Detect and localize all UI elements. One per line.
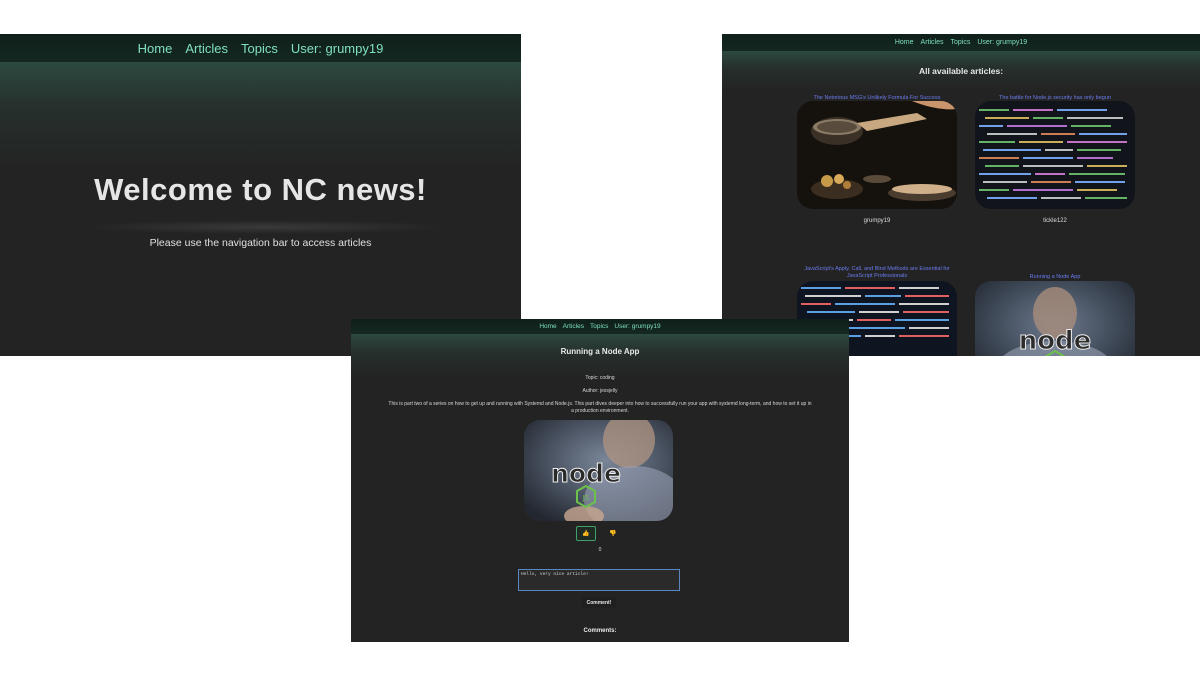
comment-button[interactable]: Comment!: [582, 597, 616, 608]
node-logo-photo-icon: node JS: [524, 420, 673, 521]
article-card-author: tickle122: [1043, 218, 1067, 224]
vote-count: 0: [598, 547, 602, 553]
article-card-title[interactable]: Running a Node App: [970, 274, 1140, 281]
welcome-subtitle: Please use the navigation bar to access …: [149, 237, 372, 249]
nav-topics-link[interactable]: Topics: [241, 41, 278, 56]
title-shadow: [80, 220, 450, 234]
code-screen-icon: [975, 101, 1135, 209]
nav-articles-link[interactable]: Articles: [563, 323, 584, 330]
nav-topics-link[interactable]: Topics: [590, 323, 608, 330]
articles-heading: All available articles:: [918, 66, 1004, 76]
nav-topics-link[interactable]: Topics: [951, 39, 971, 46]
svg-text:JS: JS: [582, 494, 590, 502]
article-card-image[interactable]: [975, 101, 1135, 209]
nav-user-link[interactable]: User: grumpy19: [291, 41, 383, 56]
nav-articles-link[interactable]: Articles: [185, 41, 228, 56]
header-glow: [351, 334, 849, 379]
nav-home-link[interactable]: Home: [895, 39, 914, 46]
nav-bar: Home Articles Topics User: grumpy19: [351, 319, 849, 334]
comments-heading: Comments:: [583, 628, 617, 634]
node-logo-photo-icon: node: [975, 281, 1135, 356]
article-card-author: grumpy19: [863, 218, 891, 224]
article-image: node JS: [524, 420, 673, 521]
article-card-title[interactable]: JavaScript's Apply, Call, and Bind Metho…: [792, 266, 962, 280]
welcome-title: Welcome to NC news!: [94, 172, 427, 207]
article-card-image[interactable]: [797, 101, 957, 209]
article-detail-screenshot: Home Articles Topics User: grumpy19 Runn…: [351, 319, 849, 642]
nav-user-link[interactable]: User: grumpy19: [614, 323, 660, 330]
food-photo-icon: [797, 101, 957, 209]
article-card-image[interactable]: node: [975, 281, 1135, 356]
upvote-button[interactable]: 👍: [576, 526, 596, 541]
nav-bar: Home Articles Topics User: grumpy19: [0, 34, 521, 62]
article-author: Author: jessjelly: [582, 388, 618, 394]
downvote-button[interactable]: 👎: [603, 526, 623, 541]
thumbs-up-icon: 👍: [582, 531, 590, 537]
nav-home-link[interactable]: Home: [539, 323, 556, 330]
thumbs-down-icon: 👎: [609, 531, 617, 537]
article-body: This is part two of a series on how to g…: [388, 401, 812, 414]
article-title: Running a Node App: [560, 347, 640, 356]
header-glow: [0, 62, 521, 172]
articles-screenshot: Home Articles Topics User: grumpy19 All …: [722, 34, 1200, 356]
nav-home-link[interactable]: Home: [138, 41, 173, 56]
nav-bar: Home Articles Topics User: grumpy19: [722, 34, 1200, 51]
comment-input[interactable]: Hello, very nice article!: [518, 569, 680, 591]
nav-articles-link[interactable]: Articles: [921, 39, 944, 46]
home-screenshot: Home Articles Topics User: grumpy19 Welc…: [0, 34, 521, 356]
article-topic: Topic: coding: [585, 375, 615, 381]
nav-user-link[interactable]: User: grumpy19: [977, 39, 1027, 46]
svg-text:node: node: [551, 459, 621, 488]
